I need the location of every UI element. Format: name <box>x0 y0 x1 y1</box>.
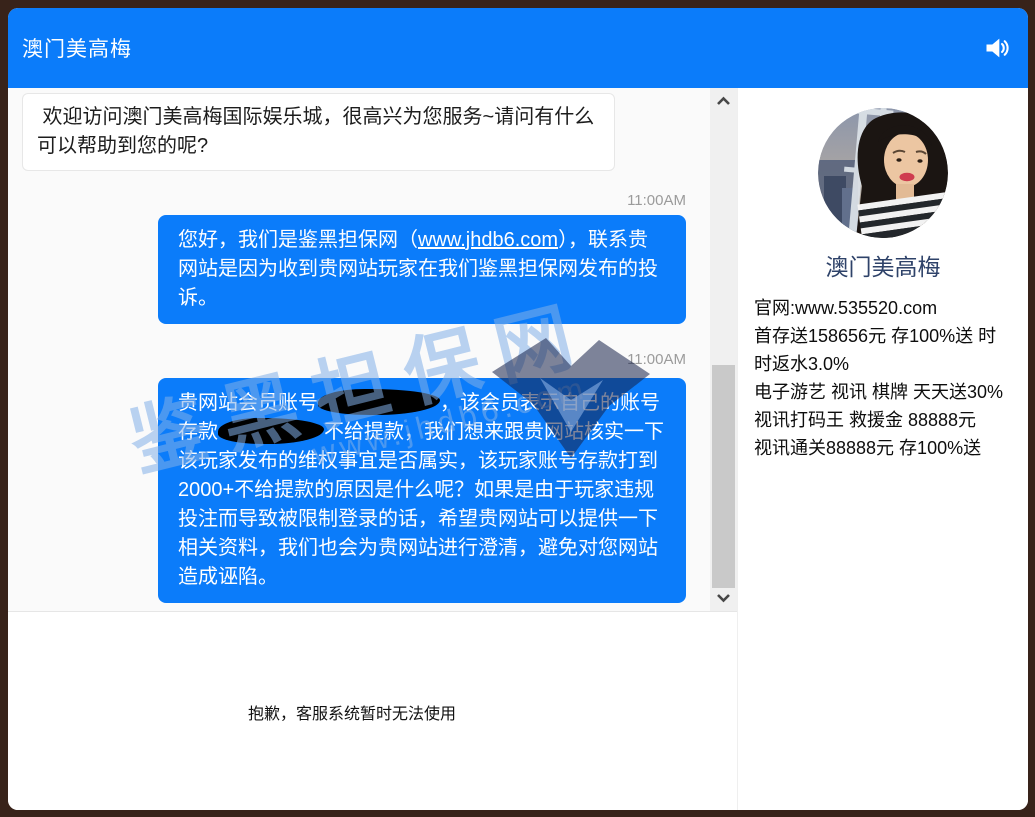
page-title: 澳门美高梅 <box>22 33 132 63</box>
main-content: 欢迎访问澳门美高梅国际娱乐城，很高兴为您服务~请问有什么可以帮助到您的呢? 11… <box>8 88 1028 810</box>
timestamp: 11:00AM <box>627 192 686 209</box>
redaction-blob <box>218 418 324 444</box>
inline-link[interactable]: www.jhdb6.com <box>418 229 558 251</box>
speaker-icon[interactable] <box>980 31 1014 65</box>
chat-header: 澳门美高梅 <box>8 8 1028 88</box>
scrollbar-thumb[interactable] <box>712 365 735 588</box>
scroll-up-icon[interactable] <box>710 90 737 112</box>
promo-text: 官网:www.535520.com 首存送158656元 存100%送 时时返水… <box>754 294 1014 462</box>
input-disabled-area: 抱歉，客服系统暂时无法使用 <box>8 612 737 810</box>
chat-message-received: 欢迎访问澳门美高梅国际娱乐城，很高兴为您服务~请问有什么可以帮助到您的呢? <box>22 93 615 171</box>
scrollbar[interactable] <box>710 88 737 611</box>
system-notice: 抱歉，客服系统暂时无法使用 <box>248 700 456 724</box>
chat-window: 澳门美高梅 欢迎访问澳门美高梅国际娱乐城，很高兴为您服务~请问有什么可以帮助到您… <box>8 8 1028 810</box>
chat-message-sent: 您好，我们是鉴黑担保网（www.jhdb6.com），联系贵网站是因为收到贵网站… <box>158 215 686 324</box>
chat-message-sent: 贵网站会员账号，该会员表示自己的账号存款不给提款，我们想来跟贵网站核实一下该玩家… <box>158 378 686 603</box>
chat-column: 欢迎访问澳门美高梅国际娱乐城，很高兴为您服务~请问有什么可以帮助到您的呢? 11… <box>8 88 737 810</box>
chat-log: 欢迎访问澳门美高梅国际娱乐城，很高兴为您服务~请问有什么可以帮助到您的呢? 11… <box>8 88 737 612</box>
agent-name: 澳门美高梅 <box>738 248 1028 282</box>
scroll-down-icon[interactable] <box>710 587 737 609</box>
avatar <box>818 108 948 238</box>
redaction-blob <box>318 389 440 415</box>
timestamp: 11:00AM <box>627 351 686 368</box>
agent-panel: 澳门美高梅 官网:www.535520.com 首存送158656元 存100%… <box>737 88 1028 810</box>
